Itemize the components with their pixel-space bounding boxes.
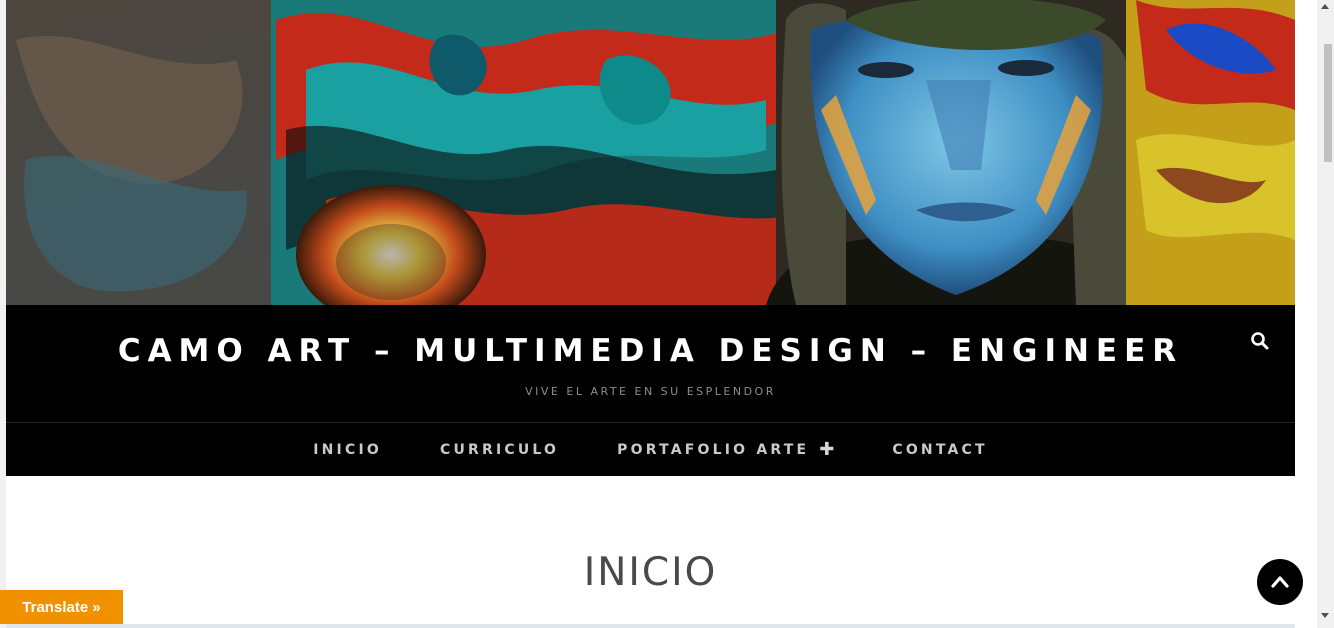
translate-label: Translate » [22,598,101,616]
translate-button[interactable]: Translate » [0,590,123,624]
nav-item-label: PORTAFOLIO ARTE [617,441,810,458]
content-image-edge [6,624,1295,628]
search-icon [1251,332,1269,350]
header-banner-image [6,0,1295,305]
nav-item-label: INICIO [313,441,382,458]
nav-item-portafolio-arte[interactable]: PORTAFOLIO ARTE ✚ [617,439,834,460]
chevron-up-icon [1271,576,1289,588]
nav-item-curriculo[interactable]: CURRICULO [440,442,559,458]
scrollbar-thumb[interactable] [1324,44,1332,162]
back-to-top-button[interactable] [1257,559,1303,605]
site-tagline: VIVE EL ARTE EN SU ESPLENDOR [525,385,776,398]
main-navigation: INICIO CURRICULO PORTAFOLIO ARTE ✚ CONTA… [6,423,1295,476]
nav-item-inicio[interactable]: INICIO [313,442,382,458]
nav-item-contact[interactable]: CONTACT [892,442,987,458]
search-button[interactable] [1250,331,1270,351]
scroll-up-arrow-icon[interactable] [1321,4,1329,9]
nav-item-label: CURRICULO [439,441,560,458]
nav-item-label: CONTACT [892,441,988,458]
plus-icon[interactable]: ✚ [819,439,834,460]
scroll-down-arrow-icon[interactable] [1321,613,1329,618]
site-title[interactable]: CAMO ART – MULTIMEDIA DESIGN – ENGINEER [6,333,1295,369]
page: CAMO ART – MULTIMEDIA DESIGN – ENGINEER … [6,0,1303,628]
page-title: INICIO [583,550,718,595]
vertical-scrollbar[interactable] [1317,0,1334,628]
site-header: CAMO ART – MULTIMEDIA DESIGN – ENGINEER … [6,305,1295,476]
